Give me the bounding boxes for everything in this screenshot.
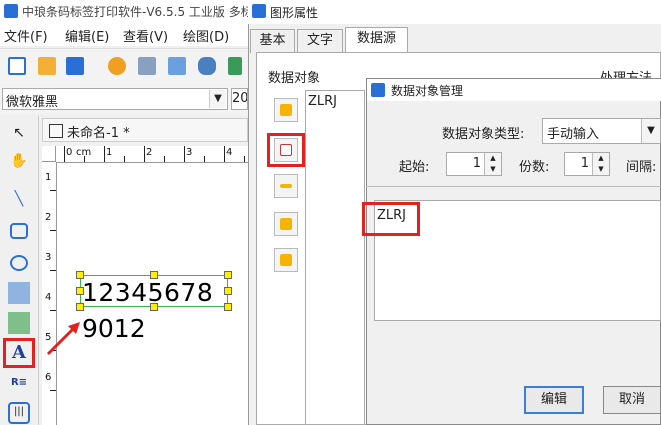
pointer-icon[interactable]: ↖ [8, 122, 30, 144]
rich-text-icon[interactable]: R≡ [8, 372, 30, 394]
open-icon[interactable] [38, 57, 56, 75]
ruler-label: 3 [45, 252, 52, 263]
new-icon[interactable] [8, 57, 26, 75]
main-toolbar [0, 48, 248, 85]
font-family-select[interactable]: 微软雅黑 ▼ [2, 88, 228, 110]
app-title-bar: 中琅条码标签打印软件-V6.5.5 工业版 多标 [0, 0, 253, 22]
database-icon[interactable] [198, 57, 216, 75]
app-logo-icon [4, 4, 18, 18]
line-icon[interactable]: ╲ [8, 188, 30, 210]
chevron-down-icon[interactable]: ▼ [209, 90, 226, 108]
add-object-button[interactable] [274, 98, 298, 122]
document-tab[interactable]: 未命名-1 * [42, 118, 248, 142]
edit-button[interactable]: 编辑 [524, 386, 584, 414]
print-preview-icon[interactable] [168, 57, 186, 75]
label-text-line-1: 12345678 [82, 278, 214, 307]
start-label: 起始: [399, 160, 430, 175]
ellipse-icon[interactable] [10, 255, 28, 271]
document-icon [49, 124, 63, 138]
data-object-dialog-title-bar: 数据对象管理 [367, 79, 661, 101]
copies-value: 1 [580, 156, 589, 171]
divider [366, 186, 661, 189]
data-object-dialog-title: 数据对象管理 [391, 84, 464, 98]
minus-icon [280, 184, 292, 188]
settings-icon[interactable] [108, 57, 126, 75]
font-size-select[interactable]: 20 [231, 88, 248, 110]
app-title: 中琅条码标签打印软件-V6.5.5 工业版 多标 [22, 5, 253, 19]
vertical-ruler: 1 2 3 4 5 6 [42, 162, 57, 425]
list-item-label: ZLRJ [308, 94, 338, 109]
barcode-icon[interactable]: ||| [8, 402, 30, 424]
data-object-list[interactable]: ZLRJ [305, 90, 365, 425]
move-up-button[interactable] [274, 212, 298, 236]
property-dialog-title-bar: 图形属性 [248, 0, 661, 24]
menu-bar: 文件(F) 编辑(E) 查看(V) 绘图(D) [0, 22, 248, 46]
cancel-button[interactable]: 取消 [603, 386, 661, 414]
ruler-label: 2 [45, 212, 52, 223]
dialog-logo-icon [252, 4, 266, 18]
data-object-group-label: 数据对象 [268, 67, 321, 86]
start-value: 1 [472, 156, 481, 171]
menu-view[interactable]: 查看(V) [123, 26, 168, 45]
data-object-type-select[interactable]: 手动输入 ▼ [542, 118, 661, 144]
image-icon[interactable] [8, 282, 30, 304]
type-label: 数据对象类型: [442, 127, 525, 142]
stepper-arrows-icon[interactable]: ▲ ▼ [484, 153, 501, 175]
tab-text[interactable]: 文字 [297, 29, 343, 53]
arrow-down-icon [280, 254, 292, 266]
menu-edit[interactable]: 编辑(E) [65, 26, 109, 45]
ruler-unit: cm [76, 147, 92, 158]
resize-handle[interactable] [224, 287, 232, 295]
save-icon[interactable] [66, 57, 84, 75]
edit-button-highlight [267, 133, 305, 167]
text-tool-icon[interactable]: A [3, 338, 35, 368]
tab-data-source[interactable]: 数据源 [345, 27, 408, 53]
add-icon [280, 104, 292, 116]
stepper-arrows-icon[interactable]: ▲ ▼ [592, 153, 609, 175]
type-value: 手动输入 [547, 127, 600, 142]
label-text-line-2: 9012 [82, 314, 146, 343]
ruler-label: 0 [66, 147, 73, 158]
pan-icon[interactable]: ✋ [8, 150, 30, 172]
ruler-label: 1 [45, 172, 52, 183]
move-down-button[interactable] [274, 248, 298, 272]
copies-stepper[interactable]: 1 ▲ ▼ [564, 152, 610, 176]
resize-handle[interactable] [224, 303, 232, 311]
copies-label: 份数: [519, 160, 550, 175]
property-dialog-title: 图形属性 [270, 6, 319, 20]
ruler-label: 3 [186, 147, 193, 158]
drawing-toolbox: ↖ ✋ ╲ A R≡ ||| [0, 116, 39, 425]
horizontal-ruler: 0 cm 1 2 3 4 [56, 146, 248, 163]
picture-icon[interactable] [8, 312, 30, 334]
resize-handle[interactable] [224, 271, 232, 279]
ruler-label: 2 [146, 147, 153, 158]
ruler-corner [42, 146, 56, 162]
arrow-up-icon [280, 218, 292, 230]
dialog-logo-icon [371, 83, 385, 97]
menu-file[interactable]: 文件(F) [4, 26, 48, 45]
start-stepper[interactable]: 1 ▲ ▼ [446, 152, 502, 176]
database-settings-icon[interactable] [228, 57, 242, 75]
font-family-value: 微软雅黑 [6, 95, 59, 110]
list-item[interactable]: ZLRJ [306, 93, 364, 113]
chevron-down-icon[interactable]: ▼ [641, 119, 660, 143]
print-icon[interactable] [138, 57, 156, 75]
data-value-highlight [362, 202, 420, 236]
ruler-label: 4 [45, 292, 52, 303]
annotation-arrow-icon [46, 322, 80, 356]
rounded-rectangle-icon[interactable] [10, 223, 28, 239]
ruler-label: 1 [106, 147, 113, 158]
interval-label: 间隔: [626, 160, 657, 175]
delete-object-button[interactable] [274, 174, 298, 198]
tab-basic[interactable]: 基本 [250, 29, 295, 53]
ruler-label: 4 [226, 147, 233, 158]
document-tab-label: 未命名-1 * [67, 126, 130, 141]
menu-draw[interactable]: 绘图(D) [183, 26, 229, 45]
ruler-label: 6 [45, 372, 52, 383]
